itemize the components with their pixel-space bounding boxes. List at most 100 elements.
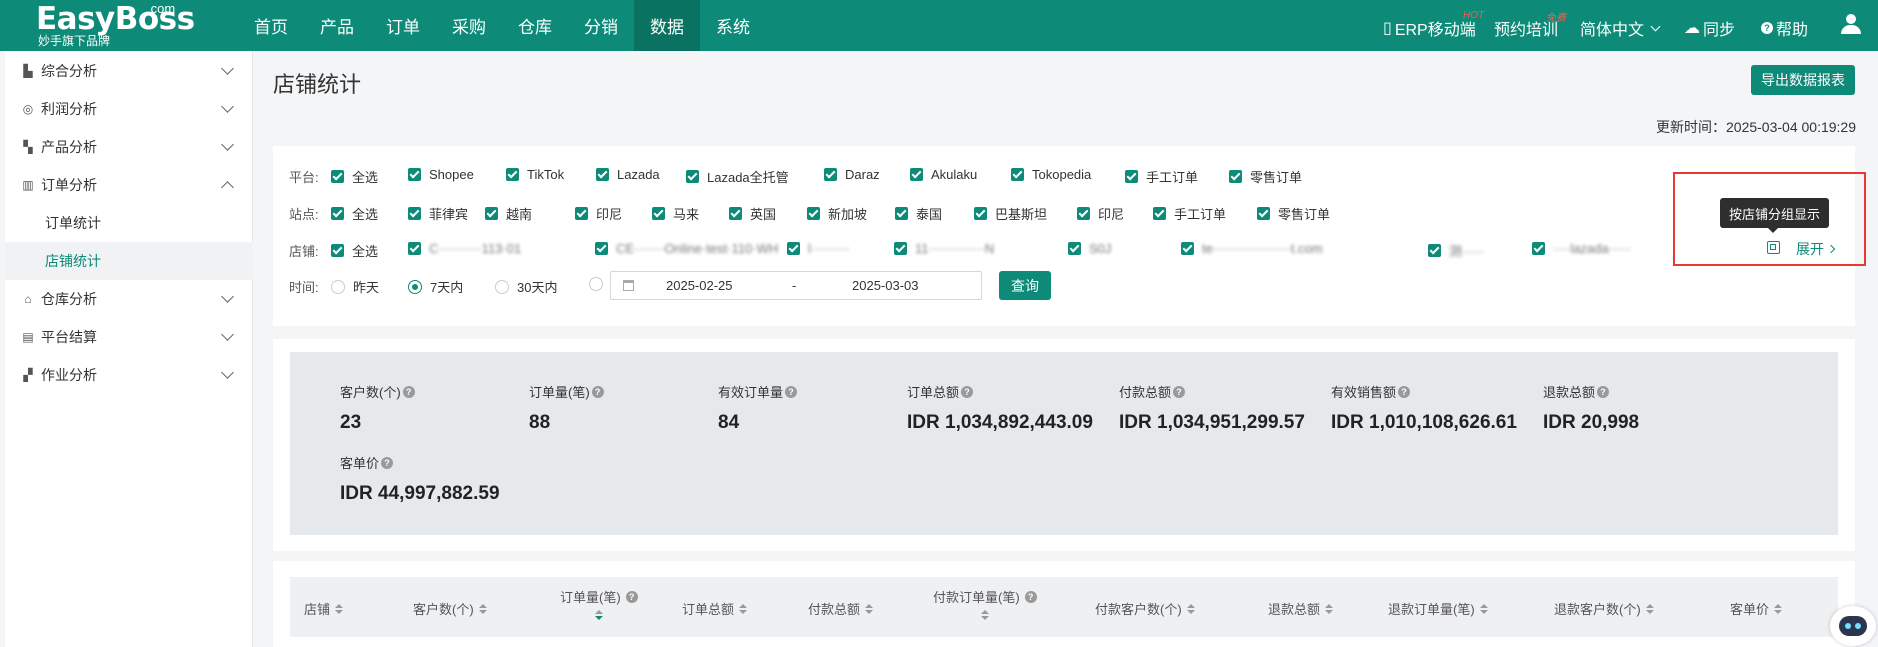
language-selector[interactable]: 简体中文	[1580, 16, 1661, 40]
shop-checkbox-8[interactable]: ····lazada·····	[1532, 241, 1630, 256]
column-paid-orders[interactable]: 付款订单量(笔)?	[933, 587, 1037, 620]
shop-checkbox-3[interactable]: l·········	[787, 241, 850, 256]
platform-checkbox-daraz[interactable]: Daraz	[824, 167, 880, 182]
nav-purchase[interactable]: 采购	[436, 0, 502, 51]
sidebar-item-product[interactable]: ▚ 产品分析	[5, 128, 253, 166]
group-display-icon[interactable]	[1767, 241, 1780, 254]
date-end-input[interactable]: 2025-03-03	[852, 278, 919, 293]
question-icon[interactable]: ?	[961, 385, 974, 398]
column-orders[interactable]: 订单量(笔)?	[560, 587, 638, 620]
shop-checkbox-6[interactable]: te··················t.com	[1181, 241, 1323, 256]
expand-button[interactable]: 展开	[1796, 239, 1836, 259]
site-checkbox-pakistan[interactable]: 巴基斯坦	[974, 204, 1047, 223]
site-checkbox-retail-order[interactable]: 零售订单	[1257, 204, 1330, 223]
query-button[interactable]: 查询	[999, 271, 1051, 300]
time-radio-custom[interactable]	[589, 277, 603, 291]
checkbox-label: Lazada	[617, 167, 660, 182]
shop-checkbox-2[interactable]: CE·······Online·test·110·WH	[595, 241, 778, 256]
sort-icon	[335, 603, 344, 614]
sidebar-item-settlement[interactable]: ▤ 平台结算	[5, 318, 253, 356]
time-radio-yesterday[interactable]: 昨天	[331, 277, 379, 296]
question-icon[interactable]: ?	[381, 456, 394, 469]
site-checkbox-uk[interactable]: 英国	[729, 204, 776, 223]
export-report-button[interactable]: 导出数据报表	[1751, 65, 1855, 95]
checkbox-checked-icon	[331, 244, 344, 257]
sync-button[interactable]: ☁ 同步	[1684, 16, 1735, 40]
time-radio-30days[interactable]: 30天内	[495, 277, 557, 296]
stat-valid-orders: 有效订单量? 84	[718, 382, 798, 434]
checkbox-label: 泰国	[916, 207, 943, 222]
question-icon[interactable]: ?	[1024, 590, 1037, 603]
radio-icon	[589, 277, 603, 291]
site-checkbox-manual-order[interactable]: 手工订单	[1153, 204, 1226, 223]
sidebar-item-operation[interactable]: ▞ 作业分析	[5, 356, 253, 394]
platform-checkbox-lazada-managed[interactable]: Lazada全托管	[686, 167, 789, 186]
column-avg-order-value[interactable]: 客单价	[1730, 599, 1783, 618]
question-icon[interactable]: ?	[1597, 385, 1610, 398]
bar-chart-icon: ▥	[22, 178, 34, 192]
question-icon[interactable]: ?	[1173, 385, 1186, 398]
platform-checkbox-retail-order[interactable]: 零售订单	[1229, 167, 1302, 186]
platform-checkbox-shopee[interactable]: Shopee	[408, 167, 474, 182]
platform-checkbox-akulaku[interactable]: Akulaku	[910, 167, 977, 182]
column-refund-total[interactable]: 退款总额	[1268, 599, 1334, 618]
platform-checkbox-tokopedia[interactable]: Tokopedia	[1011, 167, 1091, 182]
shop-checkbox-1[interactable]: C··········113·01	[408, 241, 521, 256]
sidebar-item-overview[interactable]: ▙ 综合分析	[5, 52, 253, 90]
platform-checkbox-tiktok[interactable]: TikTok	[506, 167, 564, 182]
question-icon[interactable]: ?	[591, 385, 604, 398]
site-checkbox-singapore[interactable]: 新加坡	[807, 204, 867, 223]
user-avatar-icon[interactable]	[1840, 13, 1862, 35]
checkbox-label: 手工订单	[1174, 207, 1227, 222]
nav-orders[interactable]: 订单	[370, 0, 436, 51]
question-icon[interactable]: ?	[625, 590, 638, 603]
assistant-robot-icon[interactable]	[1830, 606, 1876, 646]
site-checkbox-philippines[interactable]: 菲律宾	[408, 204, 468, 223]
checkbox-checked-icon	[1428, 244, 1441, 257]
stat-valid-sales: 有效销售额? IDR 1,010,108,626.61	[1331, 382, 1517, 434]
time-radio-7days[interactable]: 7天内	[408, 277, 463, 296]
column-payment-total[interactable]: 付款总额	[808, 599, 874, 618]
shop-checkbox-4[interactable]: 11·············N	[894, 241, 994, 256]
erp-mobile-link[interactable]: ▯ ERP移动端	[1383, 16, 1476, 40]
stat-label: 退款总额	[1543, 385, 1596, 400]
nav-data[interactable]: 数据	[634, 0, 700, 51]
column-refund-orders[interactable]: 退款订单量(笔)	[1388, 599, 1488, 618]
site-checkbox-indonesia-2[interactable]: 印尼	[1077, 204, 1124, 223]
nav-system[interactable]: 系统	[700, 0, 766, 51]
shop-checkbox-5[interactable]: S0J	[1068, 241, 1111, 256]
shop-checkbox-7[interactable]: 测·····	[1428, 241, 1484, 260]
sidebar-item-order[interactable]: ▥ 订单分析	[5, 166, 253, 204]
site-checkbox-indonesia[interactable]: 印尼	[575, 204, 622, 223]
sidebar-item-warehouse[interactable]: ⌂ 仓库分析	[5, 280, 253, 318]
question-icon[interactable]: ?	[402, 385, 415, 398]
nav-home[interactable]: 首页	[238, 0, 304, 51]
column-label: 退款订单量(笔)	[1388, 602, 1475, 617]
column-customers[interactable]: 客户数(个)	[413, 599, 487, 618]
site-checkbox-malaysia[interactable]: 马来	[652, 204, 699, 223]
sidebar-item-profit[interactable]: ◎ 利润分析	[5, 90, 253, 128]
logo[interactable]: EasyBoss .com 妙手旗下品牌	[36, 1, 195, 49]
column-paid-customers[interactable]: 付款客户数(个)	[1095, 599, 1195, 618]
question-icon[interactable]: ?	[785, 385, 798, 398]
checkbox-label: 零售订单	[1278, 207, 1331, 222]
question-icon[interactable]: ?	[1398, 385, 1411, 398]
sidebar-subitem-shop-stats[interactable]: 店铺统计	[5, 242, 253, 280]
shop-checkbox-all[interactable]: 全选	[331, 241, 378, 260]
nav-products[interactable]: 产品	[304, 0, 370, 51]
nav-warehouse[interactable]: 仓库	[502, 0, 568, 51]
site-checkbox-vietnam[interactable]: 越南	[485, 204, 532, 223]
column-order-total[interactable]: 订单总额	[682, 599, 748, 618]
column-shop[interactable]: 店铺	[304, 599, 344, 618]
date-start-input[interactable]: 2025-02-25	[666, 278, 733, 293]
sidebar-subitem-order-stats[interactable]: 订单统计	[5, 204, 253, 242]
date-range-picker[interactable]: 2025-02-25 - 2025-03-03	[610, 271, 982, 300]
platform-checkbox-lazada[interactable]: Lazada	[596, 167, 660, 182]
column-refund-customers[interactable]: 退款客户数(个)	[1554, 599, 1654, 618]
site-checkbox-all[interactable]: 全选	[331, 204, 378, 223]
nav-distribution[interactable]: 分销	[568, 0, 634, 51]
site-checkbox-thailand[interactable]: 泰国	[895, 204, 942, 223]
platform-checkbox-all[interactable]: 全选	[331, 167, 378, 186]
platform-checkbox-manual-order[interactable]: 手工订单	[1125, 167, 1198, 186]
help-button[interactable]: ? 帮助	[1761, 16, 1808, 40]
